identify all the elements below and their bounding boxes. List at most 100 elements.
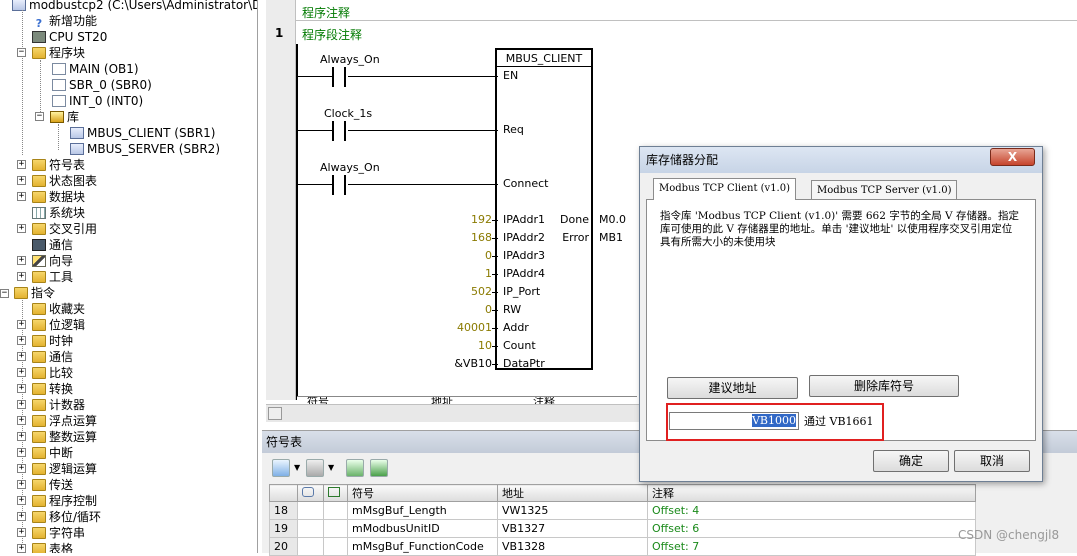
cancel-button[interactable]: 取消 — [954, 450, 1030, 472]
expand-cross-reference[interactable]: + — [17, 224, 26, 233]
tree-item-sbr0[interactable]: SBR_0 (SBR0) — [52, 77, 152, 93]
expand-program-control[interactable]: + — [17, 496, 26, 505]
contact-label-3: Always_On — [320, 161, 380, 174]
tree-item-counters[interactable]: 计数器 — [32, 397, 85, 413]
contact-always-on-1[interactable] — [332, 67, 346, 87]
input-value[interactable]: 0 — [432, 303, 492, 316]
tree-item-shift-rotate[interactable]: 移位/循环 — [32, 509, 101, 525]
input-value[interactable]: &VB10 — [432, 357, 492, 370]
input-pin: RW — [503, 303, 522, 316]
expand-string[interactable]: + — [17, 528, 26, 537]
expand-compare[interactable]: + — [17, 368, 26, 377]
collapse-program-blocks[interactable]: − — [17, 48, 26, 57]
collapse-instructions[interactable]: − — [0, 289, 9, 298]
tree-item-program-blocks[interactable]: 程序块 — [32, 45, 85, 61]
editor-horizontal-scrollbar[interactable] — [266, 404, 641, 422]
table-row[interactable]: 19 mModbusUnitID VB1327 Offset: 6 — [269, 519, 976, 538]
tree-item-new-features[interactable]: ? 新增功能 — [32, 13, 97, 30]
tree-item-compare[interactable]: 比较 — [32, 365, 73, 381]
library-memory-dialog[interactable]: 库存储器分配 X Modbus TCP Client (v1.0) Modbus… — [639, 146, 1043, 482]
expand-counters[interactable]: + — [17, 400, 26, 409]
delete-row-icon[interactable] — [306, 459, 324, 477]
output-value[interactable]: MB1 — [599, 231, 623, 244]
tree-item-interrupts[interactable]: 中断 — [32, 445, 73, 461]
tree-item-bit-logic[interactable]: 位逻辑 — [32, 317, 85, 333]
input-value[interactable]: 168 — [432, 231, 492, 244]
input-value[interactable]: 192 — [432, 213, 492, 226]
tree-item-clock[interactable]: 时钟 — [32, 333, 73, 349]
tree-item-system-block[interactable]: 系统块 — [32, 205, 85, 221]
library-address-input[interactable]: VB1000 — [669, 412, 799, 430]
tree-item-status-chart[interactable]: 状态图表 — [32, 173, 97, 189]
tree-item-main[interactable]: MAIN (OB1) — [52, 61, 139, 77]
ok-button[interactable]: 确定 — [873, 450, 949, 472]
tree-item-program-control[interactable]: 程序控制 — [32, 493, 97, 509]
expand-status-chart[interactable]: + — [17, 176, 26, 185]
input-value[interactable]: 1 — [432, 267, 492, 280]
tree-item-wizard[interactable]: 向导 — [32, 253, 73, 269]
tree-item-data-block[interactable]: 数据块 — [32, 189, 85, 205]
expand-data-block[interactable]: + — [17, 192, 26, 201]
tree-item-string[interactable]: 字符串 — [32, 525, 85, 541]
apply-icon[interactable] — [370, 459, 388, 477]
tree-item-library[interactable]: 库 — [50, 109, 79, 125]
tab-modbus-tcp-server[interactable]: Modbus TCP Server (v1.0) — [811, 180, 958, 200]
table-row[interactable]: 18 mMsgBuf_Length VW1325 Offset: 4 — [269, 501, 976, 520]
folder-icon — [32, 191, 46, 203]
tree-item-cpu[interactable]: CPU ST20 — [32, 29, 107, 45]
tree-item-mbus-server[interactable]: MBUS_SERVER (SBR2) — [70, 141, 220, 157]
suggest-address-button[interactable]: 建议地址 — [667, 377, 798, 399]
tree-item-communication-instr[interactable]: 通信 — [32, 349, 73, 365]
input-pin: Req — [503, 123, 524, 136]
tree-item-int0[interactable]: INT_0 (INT0) — [52, 93, 143, 109]
tab-modbus-tcp-client[interactable]: Modbus TCP Client (v1.0) — [653, 178, 797, 200]
expand-integer-math[interactable]: + — [17, 432, 26, 441]
expand-float-math[interactable]: + — [17, 416, 26, 425]
tree-item-move[interactable]: 传送 — [32, 477, 73, 493]
contact-always-on-2[interactable] — [332, 175, 346, 195]
expand-bit-logic[interactable]: + — [17, 320, 26, 329]
expand-clock[interactable]: + — [17, 336, 26, 345]
tree-item-integer-math[interactable]: 整数运算 — [32, 429, 97, 445]
close-button[interactable]: X — [990, 148, 1035, 166]
expand-tools[interactable]: + — [17, 272, 26, 281]
input-value[interactable]: 10 — [432, 339, 492, 352]
tree-item-logic-ops[interactable]: 逻辑运算 — [32, 461, 97, 477]
input-value[interactable]: 502 — [432, 285, 492, 298]
tree-item-float-math[interactable]: 浮点运算 — [32, 413, 97, 429]
tree-item-convert[interactable]: 转换 — [32, 381, 73, 397]
collapse-library[interactable]: − — [35, 112, 44, 121]
expand-communication-instr[interactable]: + — [17, 352, 26, 361]
tree-item-communication[interactable]: 通信 — [32, 237, 73, 253]
input-value[interactable]: 0 — [432, 249, 492, 262]
expand-table[interactable]: + — [17, 544, 26, 553]
expand-interrupts[interactable]: + — [17, 448, 26, 457]
tree-item-tools[interactable]: 工具 — [32, 269, 73, 285]
expand-convert[interactable]: + — [17, 384, 26, 393]
folder-icon — [32, 383, 46, 395]
expand-logic-ops[interactable]: + — [17, 464, 26, 473]
network-comment[interactable]: 程序段注释 — [302, 26, 362, 43]
tree-item-mbus-client[interactable]: MBUS_CLIENT (SBR1) — [70, 125, 215, 141]
tree-item-symbol-table[interactable]: 符号表 — [32, 157, 85, 173]
input-pin-tick — [492, 256, 498, 257]
project-tree[interactable]: modbustcp2 (C:\Users\Administrator\Deskt… — [0, 0, 258, 553]
output-value[interactable]: M0.0 — [599, 213, 626, 226]
symbol-table[interactable]: 符号 地址 注释 18 mMsgBuf_Length VW1325 Offset… — [269, 484, 976, 556]
add-row-icon[interactable] — [272, 459, 290, 477]
tree-item-favorites[interactable]: 收藏夹 — [32, 301, 85, 317]
expand-shift-rotate[interactable]: + — [17, 512, 26, 521]
program-comment[interactable]: 程序注释 — [302, 4, 350, 21]
tree-item-instructions[interactable]: 指令 — [14, 285, 55, 301]
tree-item-cross-reference[interactable]: 交叉引用 — [32, 221, 97, 237]
tree-root[interactable]: modbustcp2 (C:\Users\Administrator\Deskt… — [12, 0, 257, 13]
contact-clock-1s[interactable] — [332, 121, 346, 141]
folder-icon — [32, 463, 46, 475]
delete-library-symbols-button[interactable]: 删除库符号 — [809, 375, 959, 397]
check-symbols-icon[interactable] — [346, 459, 364, 477]
input-value[interactable]: 40001 — [432, 321, 492, 334]
expand-wizard[interactable]: + — [17, 256, 26, 265]
expand-move[interactable]: + — [17, 480, 26, 489]
tree-item-table[interactable]: 表格 — [32, 541, 73, 553]
expand-symbol-table[interactable]: + — [17, 160, 26, 169]
